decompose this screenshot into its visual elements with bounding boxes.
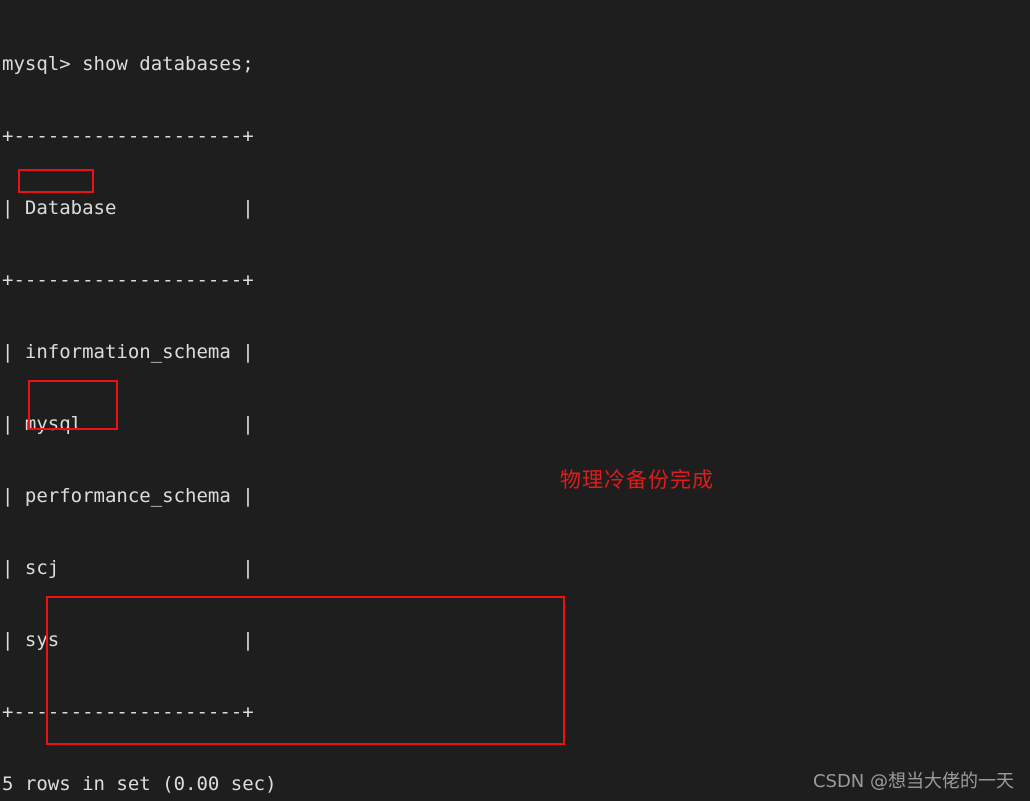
- terminal-line: | performance_schema |: [2, 485, 254, 507]
- terminal-line: 5 rows in set (0.00 sec): [2, 773, 277, 795]
- watermark: CSDN @想当大佬的一天: [812, 771, 1014, 792]
- terminal-line: +--------------------+: [2, 701, 254, 723]
- terminal-line: | sys |: [2, 629, 254, 651]
- terminal-line: | information_schema |: [2, 341, 254, 363]
- terminal-screenshot: mysql> show databases; +----------------…: [0, 0, 1030, 801]
- terminal-line: +--------------------+: [2, 269, 254, 291]
- terminal-line: mysql> show databases;: [2, 53, 254, 75]
- terminal-line: | scj |: [2, 557, 254, 579]
- terminal-output[interactable]: mysql> show databases; +----------------…: [0, 0, 482, 801]
- terminal-line: | mysql |: [2, 413, 254, 435]
- terminal-line: | Database |: [2, 197, 254, 219]
- terminal-line: +--------------------+: [2, 125, 254, 147]
- annotation-note: 物理冷备份完成: [560, 468, 714, 492]
